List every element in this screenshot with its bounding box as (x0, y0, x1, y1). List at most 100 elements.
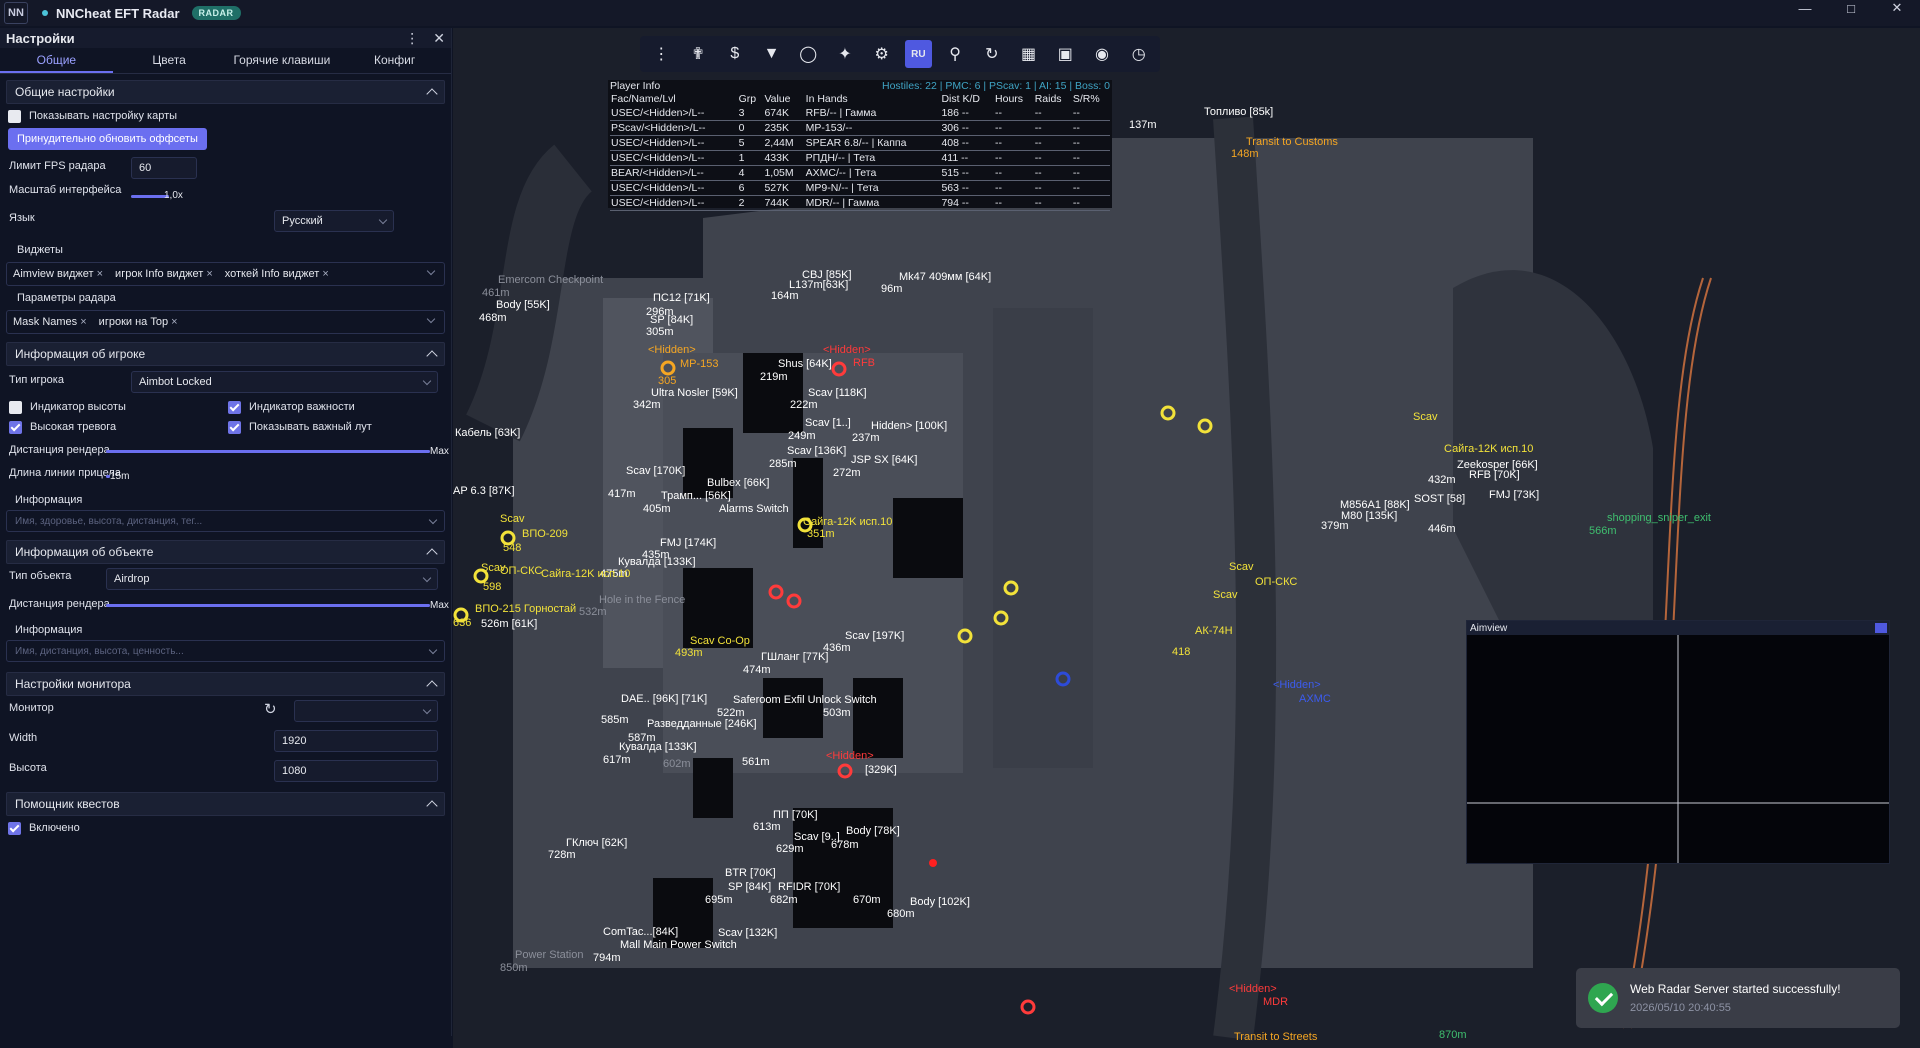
exit-label[interactable]: Power Station (515, 949, 583, 961)
notification-toast[interactable]: Web Radar Server started successfully! 2… (1576, 968, 1900, 1028)
exit-label[interactable]: shopping_sniper_exit (1607, 512, 1711, 524)
importance-indicator-checkbox[interactable] (228, 401, 241, 414)
row-language: Язык Русский (0, 208, 451, 238)
section-quest-helper[interactable]: Помощник квестов (6, 792, 445, 816)
filter-icon[interactable]: ▼ (758, 40, 785, 68)
exit-label[interactable]: Emercom Checkpoint (498, 274, 603, 286)
chevron-up-icon (426, 88, 438, 100)
chip-players-on-top[interactable]: игроки на Top (99, 316, 178, 328)
width-input[interactable]: 1920 (274, 730, 438, 752)
quest-enabled-checkbox[interactable] (8, 821, 21, 835)
close-window-icon[interactable]: ✕ (1874, 0, 1920, 16)
scav-name[interactable]: Scav (500, 513, 524, 525)
scav-name[interactable]: Scav (1413, 411, 1437, 423)
loot-label: Hidden> [100K] (871, 420, 948, 432)
chip-player-info[interactable]: игрок Info виджет (115, 268, 213, 280)
table-cell: USEC/<Hidden>/L-- (610, 135, 738, 151)
glasses-icon[interactable]: ◯ (795, 40, 822, 68)
loot-label: Body [55K] (496, 299, 550, 311)
more-menu-icon[interactable]: ⋮ (405, 30, 419, 47)
clock-icon[interactable]: ◷ (1125, 40, 1152, 68)
high-alert-checkbox[interactable] (9, 421, 22, 434)
widgets-multiselect[interactable]: Aimview виджет игрок Info виджет хоткей … (6, 262, 445, 286)
height-input[interactable]: 1080 (274, 760, 438, 782)
drag-handle-icon[interactable]: ⋮ (648, 40, 675, 68)
tab-general[interactable]: Общие (0, 48, 113, 73)
box-icon[interactable]: ▣ (1052, 40, 1079, 68)
crosshair-icon[interactable]: ✟ (685, 40, 712, 68)
dollar-icon[interactable]: $ (721, 40, 748, 68)
map-icon[interactable]: ▦ (1015, 40, 1042, 68)
scav-name[interactable]: Scav (1229, 561, 1253, 573)
scav-name[interactable]: Scav (1213, 589, 1237, 601)
close-panel-icon[interactable]: ✕ (433, 30, 445, 47)
player-info-multiselect[interactable]: Имя, здоровье, высота, дистанция, тег... (6, 510, 445, 532)
magic-wand-icon[interactable]: ✦ (832, 40, 859, 68)
row-object-render-dist: Дистанция рендера Max (0, 592, 451, 618)
table-cell: -- (1071, 106, 1110, 121)
enemy-name[interactable]: <Hidden> (1229, 983, 1277, 995)
loot-label: BTR [70K] (725, 867, 776, 879)
search-icon[interactable]: ⚲ (942, 40, 969, 68)
loot-distance: 678m (831, 839, 859, 851)
table-row: PScav/<Hidden>/L-- 0 235K MP-153/-- 306 -- --… (610, 120, 1110, 136)
scale-label: Масштаб интерфейса (9, 184, 122, 196)
app-logo: NN (4, 2, 28, 24)
maximize-icon[interactable]: □ (1828, 0, 1874, 16)
enemy-name[interactable]: <Hidden> (826, 750, 874, 762)
table-cell: SPEAR 6.8/-- | Каппа (804, 135, 941, 151)
scav-weapon: Сайга-12K исп.10 (541, 568, 631, 580)
chip-aimview[interactable]: Aimview виджет (13, 268, 103, 280)
tab-hotkeys[interactable]: Горячие клавиши (226, 48, 339, 73)
section-quest-title: Помощник квестов (15, 797, 120, 811)
show-loot-checkbox[interactable] (228, 421, 241, 434)
section-object-info[interactable]: Информация об объекте (6, 540, 445, 564)
chevron-down-icon (422, 705, 432, 714)
object-render-dist-slider[interactable] (106, 604, 430, 607)
switch-label[interactable]: Alarms Switch (719, 503, 789, 515)
show-map-setup-checkbox[interactable] (8, 109, 21, 123)
player-type-select[interactable]: Aimbot Locked (131, 371, 438, 393)
minimize-aimview-icon[interactable] (1875, 623, 1887, 633)
height-indicator-label: Индикатор высоты (30, 401, 126, 413)
eye-icon[interactable]: ◉ (1089, 40, 1116, 68)
gear-icon[interactable]: ⚙ (868, 40, 895, 68)
chip-hotkey-info[interactable]: хоткей Info виджет (225, 268, 329, 280)
fps-input[interactable]: 60 (131, 157, 197, 179)
show-loot-label: Показывать важный лут (249, 421, 372, 433)
section-general[interactable]: Общие настройки (6, 80, 445, 104)
object-info-multiselect[interactable]: Имя, дистанция, высота, ценность... (6, 640, 445, 662)
transit-label[interactable]: Transit to Streets (1234, 1031, 1317, 1043)
exit-label[interactable]: Scav Co-Op (690, 635, 750, 647)
section-monitor[interactable]: Настройки монитора (6, 672, 445, 696)
chip-mask-names[interactable]: Mask Names (13, 316, 87, 328)
tab-colors[interactable]: Цвета (113, 48, 226, 73)
refresh-monitor-icon[interactable]: ↻ (264, 700, 277, 718)
switch-label[interactable]: Mall Main Power Switch (620, 939, 737, 951)
radar-params-multiselect[interactable]: Mask Names игроки на Top (6, 310, 445, 334)
teammate-name[interactable]: <Hidden> (1273, 679, 1321, 691)
language-button[interactable]: RU (905, 40, 932, 68)
table-cell: -- (1033, 165, 1072, 181)
transit-label[interactable]: Transit to Customs (1246, 136, 1338, 148)
tab-config[interactable]: Конфиг (338, 48, 451, 73)
chevron-down-icon (422, 573, 432, 582)
loot-distance: 164m (771, 290, 799, 302)
height-indicator-checkbox[interactable] (9, 401, 22, 414)
language-select[interactable]: Русский (274, 210, 394, 232)
object-type-select[interactable]: Airdrop (106, 568, 438, 590)
player-name[interactable]: <Hidden> (648, 344, 696, 356)
row-scale: Масштаб интерфейса 1,0x (0, 182, 451, 208)
aimview-title: Aimview (1470, 622, 1508, 634)
refresh-offsets-button[interactable]: Принудительно обновить оффсеты (8, 128, 207, 150)
exit-distance: 532m (579, 606, 607, 618)
switch-label[interactable]: Saferoom Exfil Unlock Switch (733, 694, 877, 706)
player-render-dist-slider[interactable] (106, 450, 430, 453)
monitor-select[interactable] (294, 700, 438, 722)
exit-label[interactable]: Hole in the Fence (599, 594, 685, 606)
table-cell: 3 (737, 106, 764, 121)
minimize-icon[interactable]: — (1782, 0, 1828, 16)
enemy-name[interactable]: <Hidden> (823, 344, 871, 356)
refresh-icon[interactable]: ↻ (978, 40, 1005, 68)
section-player-info[interactable]: Информация об игроке (6, 342, 445, 366)
